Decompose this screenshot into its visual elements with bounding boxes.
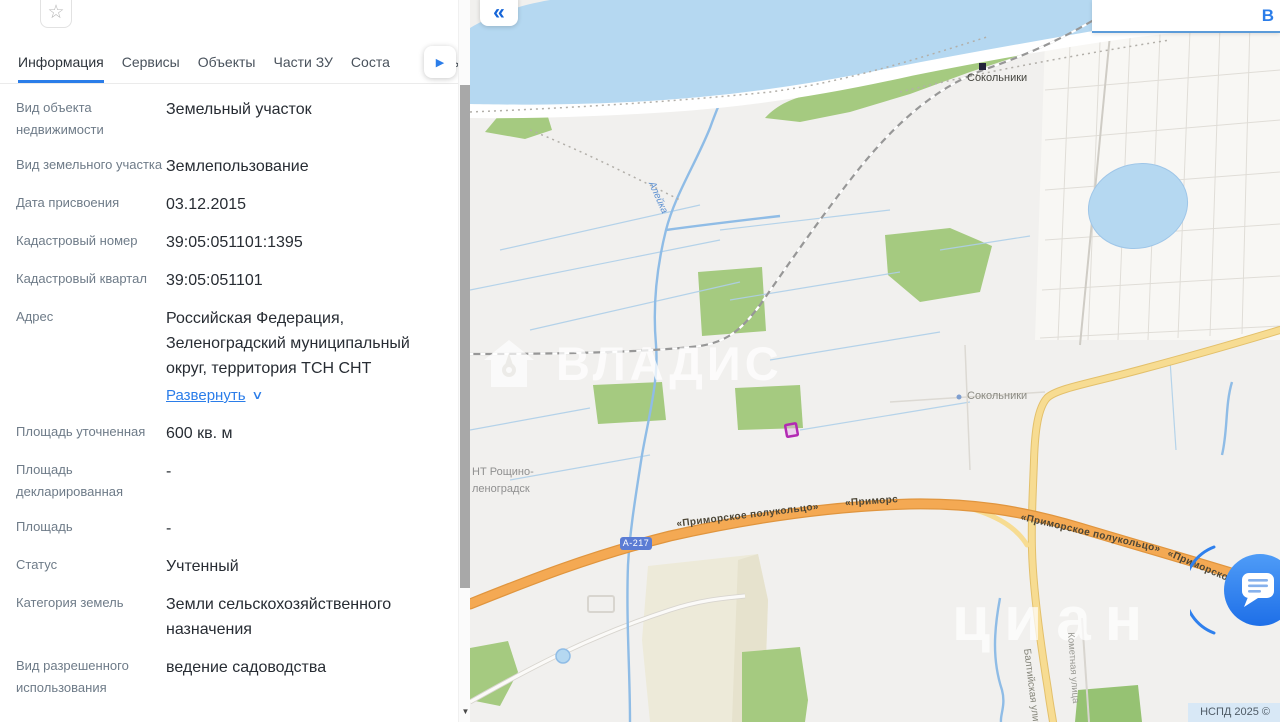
field-list: Вид объекта недвижимости Земельный участ… xyxy=(0,84,450,712)
panel-scrollbar[interactable]: ▼ xyxy=(458,0,471,722)
field-row: Вид земельного участка Землепользование xyxy=(16,157,309,175)
favorite-button[interactable]: ☆ xyxy=(40,0,72,28)
tabs-scroll-right-button[interactable]: ▶ xyxy=(424,46,456,78)
double-chevron-left-icon: « xyxy=(493,1,505,24)
field-row: Статус Учтенный xyxy=(16,557,239,575)
panel-collapse-button[interactable]: « xyxy=(480,0,518,26)
railway-station-marker xyxy=(979,63,986,70)
field-row: Вид разрешенного использования ведение с… xyxy=(16,658,327,695)
selected-parcel-marker xyxy=(783,422,800,439)
arrow-right-icon: ▶ xyxy=(435,56,445,69)
field-row: Кадастровый номер 39:05:051101:1395 xyxy=(16,233,303,251)
chat-widget[interactable] xyxy=(1182,540,1280,645)
tab-objects[interactable]: Объекты xyxy=(198,54,256,83)
tab-bar: Информация Сервисы Объекты Части ЗУ Сост… xyxy=(0,42,458,84)
field-row: Площадь декларированная - xyxy=(16,462,172,499)
field-row: Площадь уточненная 600 кв. м xyxy=(16,424,233,442)
map[interactable]: « В Сокольники Сокольники «Приморское по… xyxy=(470,0,1280,722)
star-icon: ☆ xyxy=(47,2,65,23)
field-row-address: Адрес Российская Федерация, Зеленоградск… xyxy=(16,306,450,408)
chevron-down-icon: ∨ xyxy=(250,388,264,402)
tab-composition[interactable]: Соста xyxy=(351,54,390,83)
cian-watermark: циан xyxy=(952,585,1157,654)
map-attribution: НСПД 2025 © xyxy=(1188,703,1280,722)
village-marker xyxy=(956,394,962,400)
search-text-fragment: В xyxy=(1261,6,1274,25)
info-panel: ☆ Информация Сервисы Объекты Части ЗУ Со… xyxy=(0,0,458,722)
field-row: Площадь - xyxy=(16,519,172,537)
field-row: Категория земель Земли сельскохозяйствен… xyxy=(16,595,392,638)
route-badge-a217: А-217 xyxy=(620,537,652,550)
tab-parcel-parts[interactable]: Части ЗУ xyxy=(273,54,332,83)
search-bar-fragment[interactable]: В xyxy=(1092,0,1280,33)
address-value: Российская Федерация, Зеленоградский мун… xyxy=(166,310,410,377)
tab-services[interactable]: Сервисы xyxy=(122,54,180,83)
address-expand-link[interactable]: Развернуть ∨ xyxy=(166,383,450,408)
field-row: Дата присвоения 03.12.2015 xyxy=(16,195,247,213)
field-row: Вид объекта недвижимости Земельный участ… xyxy=(16,100,312,137)
field-row: Кадастровый квартал 39:05:051101 xyxy=(16,271,263,289)
cadastral-map-app: { "accent": "#2b7de9", "icons": { "star"… xyxy=(0,0,1280,722)
vladis-watermark: ВЛАДИС xyxy=(482,336,783,391)
vladis-house-icon xyxy=(484,339,534,387)
tab-information[interactable]: Информация xyxy=(18,54,104,83)
